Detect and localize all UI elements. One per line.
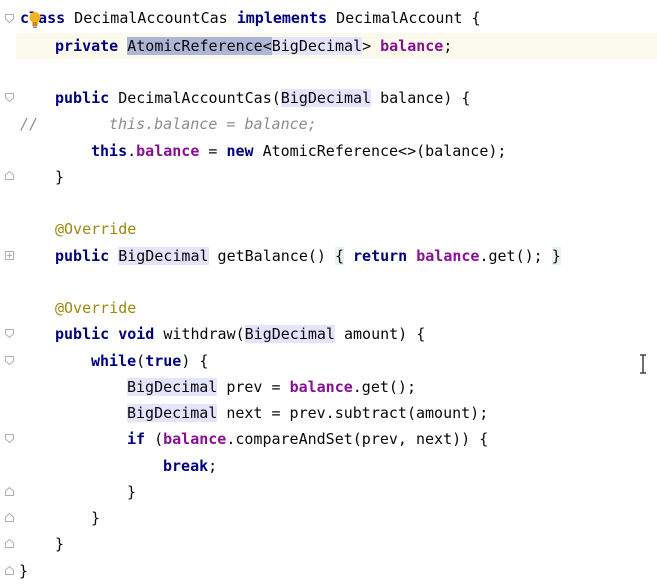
code-text: DecimalAccountCas( — [109, 89, 281, 107]
lightbulb-icon[interactable] — [28, 11, 42, 29]
code-line-15[interactable]: BigDecimal prev = balance.get(); — [127, 376, 416, 398]
code-line-4[interactable]: public DecimalAccountCas(BigDecimal bala… — [55, 87, 470, 109]
keyword: if — [127, 430, 146, 448]
selected-bracket: < — [262, 37, 272, 55]
code-line-20[interactable]: } — [91, 507, 100, 529]
code-line-16[interactable]: BigDecimal next = prev.subtract(amount); — [127, 402, 488, 424]
fold-marker-icon[interactable] — [5, 171, 14, 180]
interface-name: DecimalAccount { — [327, 9, 481, 27]
code-line-17[interactable]: if (balance.compareAndSet(prev, next)) { — [127, 428, 488, 450]
keyword: new — [226, 142, 254, 160]
keyword: class — [20, 9, 66, 27]
fold-marker-icon[interactable] — [5, 487, 14, 496]
code-line-22[interactable]: } — [19, 560, 28, 582]
fold-marker-icon[interactable] — [5, 513, 14, 522]
code-line-7[interactable]: } — [55, 166, 64, 188]
type-name: BigDecimal — [118, 247, 209, 265]
code-line-19[interactable]: } — [127, 481, 136, 503]
type-name: BigDecimal — [244, 325, 335, 343]
dot: . — [127, 142, 137, 160]
type-name: BigDecimal — [280, 89, 372, 107]
selected-type: AtomicReference — [127, 37, 263, 55]
code-text: next = prev.subtract(amount); — [217, 404, 489, 422]
folded-brace: { — [334, 247, 344, 265]
code-line-18[interactable]: break; — [163, 455, 217, 477]
keyword: this — [91, 142, 128, 160]
code-line-2[interactable]: private AtomicReference<BigDecimal> bala… — [55, 35, 452, 57]
code-text: getBalance() — [208, 247, 335, 265]
keyword: public — [55, 247, 110, 265]
code-text: prev = — [217, 378, 290, 396]
code-text: balance) { — [371, 89, 471, 107]
fold-marker-icon[interactable] — [5, 434, 14, 443]
code-line-6[interactable]: this.balance = new AtomicReference<>(bal… — [91, 140, 506, 162]
code-text: amount) { — [334, 325, 426, 343]
gutter — [0, 0, 16, 586]
fold-marker-icon[interactable] — [5, 93, 14, 102]
keyword: implements — [236, 9, 328, 27]
fold-marker-icon[interactable] — [5, 329, 14, 338]
fold-marker-icon[interactable] — [5, 566, 14, 575]
code-text: ) { — [181, 352, 209, 370]
fold-expand-icon[interactable] — [5, 251, 14, 260]
field-name: balance — [380, 37, 444, 55]
keyword: private — [55, 37, 119, 55]
field-name: balance — [163, 430, 227, 448]
code-line-21[interactable]: } — [55, 533, 64, 555]
paren: ( — [145, 430, 164, 448]
semicolon: ; — [443, 37, 453, 55]
field-name: balance — [416, 247, 480, 265]
bracket: > — [362, 37, 372, 55]
text-cursor-icon — [638, 354, 648, 374]
keyword: public — [55, 89, 110, 107]
keyword: while — [91, 352, 137, 370]
annotation[interactable]: @Override — [55, 297, 136, 319]
type-name: BigDecimal — [127, 378, 218, 396]
code-line-1[interactable]: class DecimalAccountCas implements Decim… — [20, 7, 481, 29]
fold-marker-icon[interactable] — [5, 356, 14, 365]
fold-marker-icon[interactable] — [5, 539, 14, 548]
code-text: AtomicReference<>(balance); — [253, 142, 507, 160]
code-text: .get(); — [479, 247, 552, 265]
operator: = — [199, 142, 227, 160]
code-text: .compareAndSet(prev, next)) { — [226, 430, 489, 448]
keyword: public — [55, 325, 110, 343]
class-name: DecimalAccountCas — [65, 9, 237, 27]
field-name: balance — [136, 142, 200, 160]
keyword: true — [145, 352, 182, 370]
code-line-13[interactable]: public void withdraw(BigDecimal amount) … — [55, 323, 425, 345]
code-text: withdraw( — [154, 325, 245, 343]
code-editor[interactable]: class DecimalAccountCas implements Decim… — [0, 0, 657, 586]
comment-text: this.balance = balance; — [109, 115, 317, 133]
code-line-14[interactable]: while(true) { — [91, 350, 208, 372]
paren: ( — [136, 352, 146, 370]
field-name: balance — [289, 378, 353, 396]
keyword: return — [353, 247, 408, 265]
fold-marker-icon[interactable] — [5, 14, 14, 23]
comment-slashes: // — [20, 115, 39, 133]
annotation[interactable]: @Override — [55, 218, 136, 240]
keyword: break — [163, 457, 209, 475]
keyword: void — [118, 325, 155, 343]
code-text: ; — [208, 457, 218, 475]
folded-brace: } — [551, 247, 561, 265]
code-text: .get(); — [352, 378, 416, 396]
code-line-10[interactable]: public BigDecimal getBalance() { return … — [55, 245, 561, 267]
type-name: BigDecimal — [127, 404, 218, 422]
type-name: BigDecimal — [271, 37, 363, 55]
